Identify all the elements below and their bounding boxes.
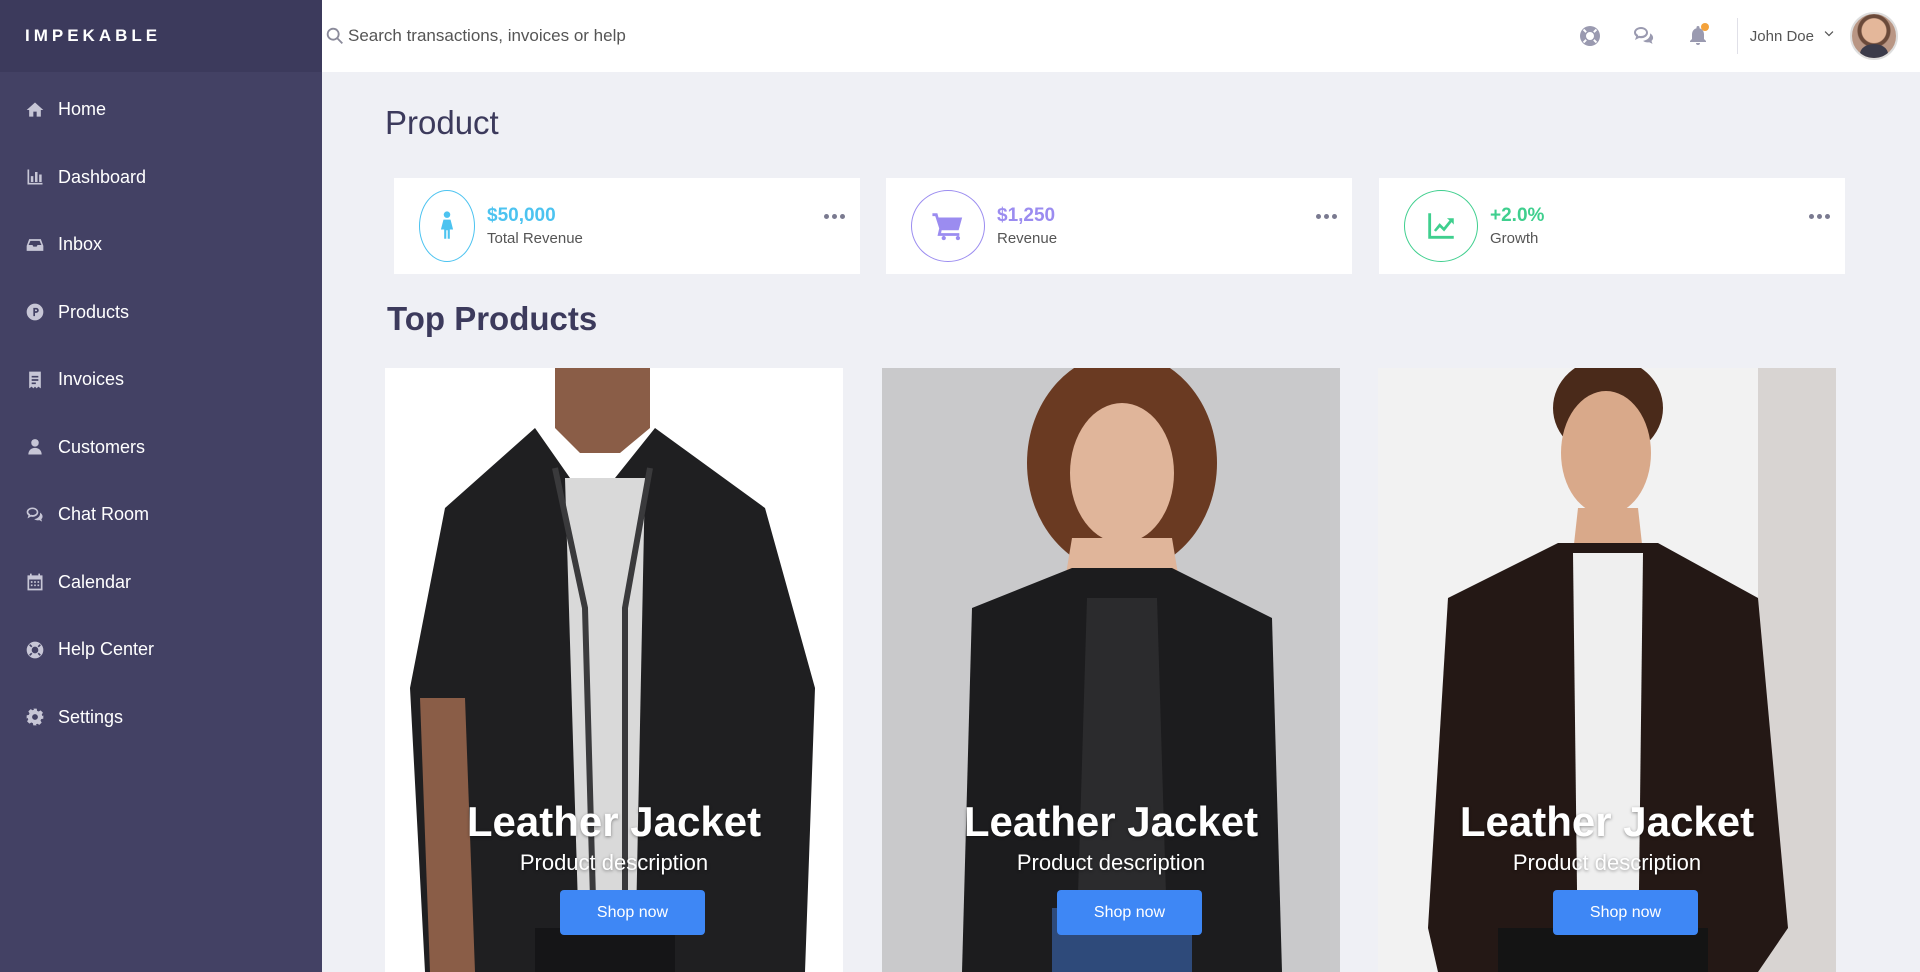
receipt-icon (24, 369, 46, 391)
sidebar-item-home[interactable]: Home (0, 76, 322, 144)
product-card: Leather Jacket Product description Shop … (385, 368, 843, 972)
product-description: Product description (1016, 850, 1206, 875)
product-description: Product description (1512, 850, 1702, 875)
product-title: Leather Jacket (466, 798, 762, 845)
stat-label: Revenue (997, 230, 1058, 247)
sidebar-item-label: Inbox (58, 234, 103, 255)
product-photo (1378, 368, 1836, 972)
help-lifebuoy-icon[interactable] (1576, 22, 1604, 50)
sidebar-item-label: Invoices (58, 369, 125, 390)
more-options-icon[interactable] (1807, 214, 1831, 219)
sidebar: IMPEKABLE Home Dashboard Inbox Products … (0, 0, 322, 972)
search-bar (324, 25, 1563, 47)
user-name: John Doe (1749, 27, 1814, 45)
sidebar-item-label: Calendar (58, 571, 132, 592)
user-icon (24, 436, 46, 458)
product-photo (385, 368, 843, 972)
person-icon (419, 190, 475, 262)
search-icon (326, 27, 343, 44)
trend-icon (1404, 190, 1478, 262)
sidebar-item-label: Chat Room (58, 504, 150, 525)
chevron-down-icon (1822, 27, 1836, 46)
cart-icon (911, 190, 985, 262)
section-title: Top Products (387, 300, 598, 337)
sidebar-item-label: Products (58, 301, 130, 322)
sidebar-item-products[interactable]: Products (0, 279, 322, 347)
product-card: Leather Jacket Product description Shop … (1378, 368, 1836, 972)
stat-card-growth: +2.0% Growth (1379, 178, 1845, 274)
sidebar-item-label: Home (58, 99, 107, 120)
stat-card-revenue: $1,250 Revenue (886, 178, 1352, 274)
shop-now-button[interactable]: Shop now (1057, 890, 1202, 935)
lifebuoy-icon (24, 639, 46, 661)
sidebar-item-help-center[interactable]: Help Center (0, 616, 322, 684)
stat-label: Growth (1490, 230, 1539, 247)
home-icon (24, 99, 46, 121)
gear-icon (24, 706, 46, 728)
sidebar-item-dashboard[interactable]: Dashboard (0, 144, 322, 212)
product-photo (882, 368, 1340, 972)
sidebar-item-label: Help Center (58, 639, 155, 660)
sidebar-item-label: Customers (58, 436, 146, 457)
top-bar: John Doe (322, 0, 1920, 72)
user-menu[interactable]: John Doe (1750, 12, 1910, 60)
stat-label: Total Revenue (487, 230, 583, 247)
main-content: Product $50,000 Total Revenue $1,250 Rev… (322, 72, 1920, 972)
sidebar-item-settings[interactable]: Settings (0, 684, 322, 752)
stat-value: $1,250 (997, 205, 1056, 226)
product-icon (24, 301, 46, 323)
sidebar-item-invoices[interactable]: Invoices (0, 346, 322, 414)
messages-icon[interactable] (1630, 22, 1658, 50)
more-options-icon[interactable] (1314, 214, 1338, 219)
calendar-icon (24, 571, 46, 593)
product-description: Product description (519, 850, 709, 875)
chat-icon (24, 504, 46, 526)
stat-value: +2.0% (1490, 205, 1545, 226)
product-card: Leather Jacket Product description Shop … (882, 368, 1340, 972)
bar-chart-icon (24, 166, 46, 188)
inbox-icon (24, 234, 46, 256)
more-options-icon[interactable] (822, 214, 846, 219)
sidebar-item-chat-room[interactable]: Chat Room (0, 481, 322, 549)
search-input[interactable] (348, 26, 848, 46)
sidebar-item-calendar[interactable]: Calendar (0, 549, 322, 617)
product-title: Leather Jacket (963, 798, 1259, 845)
notification-dot (1700, 23, 1709, 31)
page-title: Product (385, 104, 499, 141)
shop-now-button[interactable]: Shop now (1553, 890, 1698, 935)
sidebar-nav: Home Dashboard Inbox Products Invoices C… (0, 72, 322, 751)
sidebar-item-label: Dashboard (58, 166, 147, 187)
notification-bell-icon[interactable] (1684, 22, 1712, 50)
sidebar-item-label: Settings (58, 706, 124, 727)
stat-card-total-revenue: $50,000 Total Revenue (394, 178, 860, 274)
header-actions: John Doe (1563, 12, 1910, 60)
stat-value: $50,000 (487, 205, 556, 226)
brand-logo[interactable]: IMPEKABLE (0, 0, 322, 72)
avatar[interactable] (1850, 12, 1898, 60)
header-divider (1736, 18, 1738, 54)
shop-now-button[interactable]: Shop now (560, 890, 705, 935)
sidebar-item-customers[interactable]: Customers (0, 414, 322, 482)
sidebar-item-inbox[interactable]: Inbox (0, 211, 322, 279)
product-title: Leather Jacket (1459, 798, 1755, 845)
